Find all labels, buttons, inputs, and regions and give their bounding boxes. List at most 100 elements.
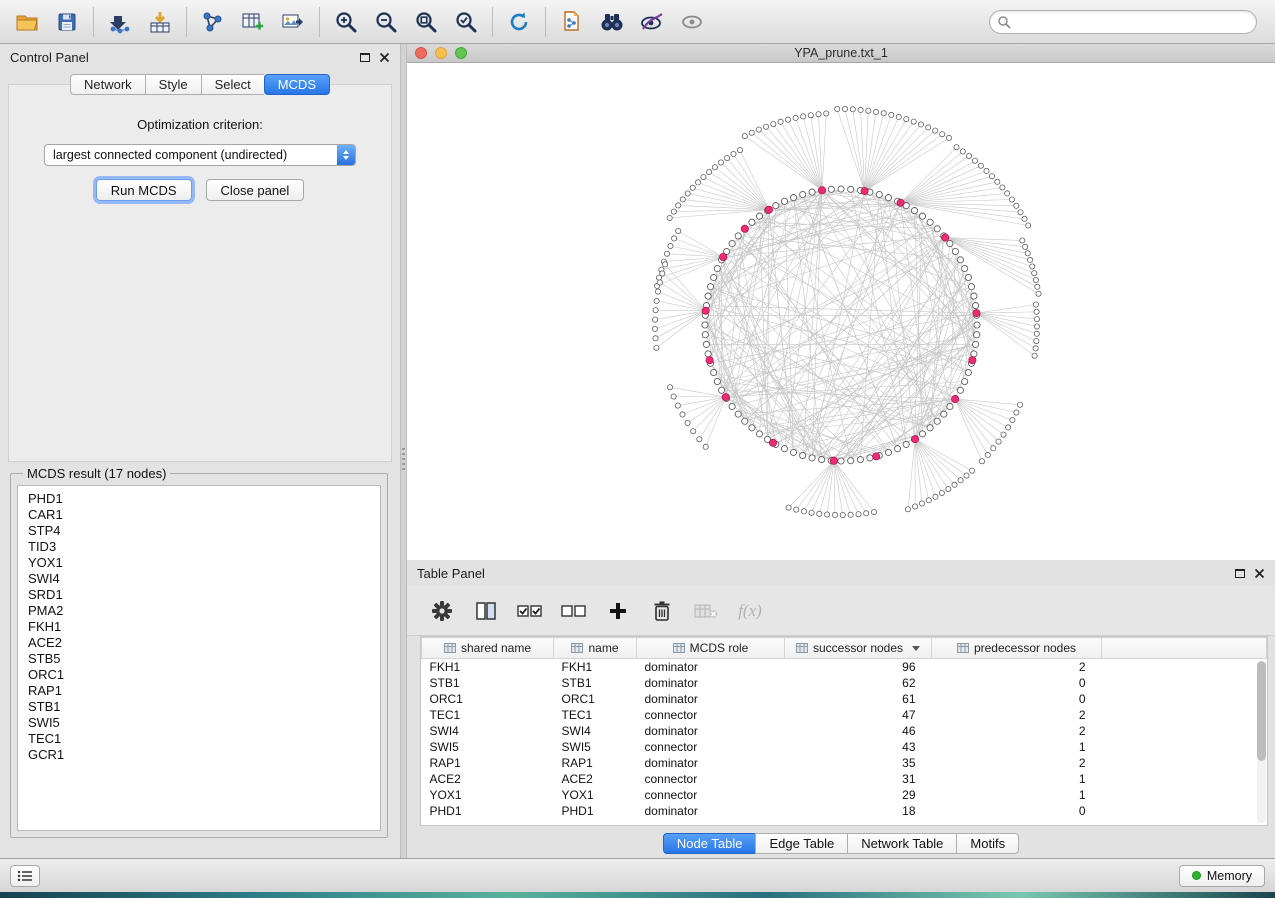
mcds-result-item[interactable]: GCR1: [28, 747, 380, 763]
close-panel-button[interactable]: Close panel: [206, 179, 305, 201]
binoculars-icon[interactable]: [595, 5, 629, 39]
new-network-icon[interactable]: [196, 5, 230, 39]
dominator-node[interactable]: [861, 188, 868, 195]
export-image-icon[interactable]: [276, 5, 310, 39]
dominator-node[interactable]: [769, 439, 776, 446]
table-scrollbar-track[interactable]: [1257, 661, 1266, 823]
show-eye-icon[interactable]: [675, 5, 709, 39]
deselect-all-columns-icon[interactable]: [561, 598, 587, 624]
mcds-result-item[interactable]: PMA2: [28, 603, 380, 619]
open-folder-icon[interactable]: [10, 5, 44, 39]
table-row[interactable]: RAP1RAP1dominator352: [422, 755, 1267, 771]
dominator-node[interactable]: [973, 310, 980, 317]
mcds-result-item[interactable]: ORC1: [28, 667, 380, 683]
import-table-file-icon[interactable]: [143, 5, 177, 39]
optimization-criterion-dropdown[interactable]: largest connected component (undirected): [44, 144, 356, 166]
zoom-fit-icon[interactable]: [409, 5, 443, 39]
sort-chevron-icon[interactable]: [912, 646, 920, 651]
tab-node-table[interactable]: Node Table: [663, 833, 756, 854]
mcds-result-item[interactable]: SRD1: [28, 587, 380, 603]
tab-mcds[interactable]: MCDS: [264, 74, 330, 95]
table-row[interactable]: TEC1TEC1connector472: [422, 707, 1267, 723]
table-row[interactable]: FKH1FKH1dominator962: [422, 659, 1267, 675]
column-header-successor-nodes[interactable]: successor nodes: [785, 638, 932, 659]
network-view-window: YPA_prune.txt_1: [407, 44, 1275, 560]
run-mcds-button[interactable]: Run MCDS: [96, 179, 192, 201]
mcds-result-item[interactable]: STB1: [28, 699, 380, 715]
table-row[interactable]: SWI4SWI4dominator462: [422, 723, 1267, 739]
tab-select[interactable]: Select: [201, 74, 264, 95]
table-row[interactable]: ORC1ORC1dominator610: [422, 691, 1267, 707]
dominator-node[interactable]: [952, 396, 959, 403]
tab-network[interactable]: Network: [70, 74, 145, 95]
close-panel-icon[interactable]: [379, 52, 390, 63]
mcds-result-item[interactable]: SWI4: [28, 571, 380, 587]
table-row[interactable]: PHD1PHD1dominator180: [422, 803, 1267, 819]
task-list-button[interactable]: [10, 865, 40, 887]
new-table-icon[interactable]: [236, 5, 270, 39]
dominator-node[interactable]: [720, 253, 727, 260]
float-table-panel-icon[interactable]: [1235, 569, 1245, 578]
mcds-result-item[interactable]: STP4: [28, 523, 380, 539]
add-icon[interactable]: [605, 598, 631, 624]
dominator-node[interactable]: [830, 457, 837, 464]
dominator-node[interactable]: [897, 199, 904, 206]
dominator-node[interactable]: [702, 307, 709, 314]
table-row[interactable]: STB1STB1dominator620: [422, 675, 1267, 691]
tab-motifs[interactable]: Motifs: [956, 833, 1019, 854]
panel-splitter[interactable]: [400, 44, 407, 858]
dominator-node[interactable]: [969, 357, 976, 364]
name-cell: YOX1: [554, 787, 637, 803]
tab-style[interactable]: Style: [145, 74, 201, 95]
mcds-result-item[interactable]: SWI5: [28, 715, 380, 731]
tab-edge-table[interactable]: Edge Table: [755, 833, 847, 854]
refresh-icon[interactable]: [502, 5, 536, 39]
table-scrollbar-thumb[interactable]: [1257, 661, 1266, 761]
network-canvas[interactable]: [407, 63, 1275, 560]
table-row[interactable]: ACE2ACE2connector311: [422, 771, 1267, 787]
mcds-result-list[interactable]: PHD1CAR1STP4TID3YOX1SWI4SRD1PMA2FKH1ACE2…: [17, 485, 381, 831]
dominator-node[interactable]: [765, 206, 772, 213]
mcds-result-item[interactable]: FKH1: [28, 619, 380, 635]
search-input[interactable]: [989, 10, 1257, 34]
table-row[interactable]: SWI5SWI5connector431: [422, 739, 1267, 755]
dominator-node[interactable]: [819, 187, 826, 194]
copy-share-document-icon[interactable]: [555, 5, 589, 39]
memory-button[interactable]: Memory: [1179, 865, 1265, 887]
table-settings-gear-icon[interactable]: [429, 598, 455, 624]
column-header-mcds-role[interactable]: MCDS role: [637, 638, 785, 659]
dominator-node[interactable]: [706, 357, 713, 364]
mcds-result-item[interactable]: CAR1: [28, 507, 380, 523]
mcds-role-cell: connector: [637, 787, 785, 803]
mcds-result-item[interactable]: PHD1: [28, 491, 380, 507]
dominator-node[interactable]: [741, 225, 748, 232]
column-header-name[interactable]: name: [554, 638, 637, 659]
dominator-node[interactable]: [722, 394, 729, 401]
mcds-result-item[interactable]: RAP1: [28, 683, 380, 699]
mcds-result-item[interactable]: TID3: [28, 539, 380, 555]
optimization-criterion-label: Optimization criterion:: [9, 117, 391, 132]
dominator-node[interactable]: [912, 436, 919, 443]
node-table: shared namenameMCDS rolesuccessor nodesp…: [421, 637, 1267, 819]
dominator-node[interactable]: [873, 453, 880, 460]
zoom-out-icon[interactable]: [369, 5, 403, 39]
select-all-columns-icon[interactable]: [517, 598, 543, 624]
mcds-result-item[interactable]: STB5: [28, 651, 380, 667]
zoom-in-icon[interactable]: [329, 5, 363, 39]
show-columns-icon[interactable]: [473, 598, 499, 624]
tab-network-table[interactable]: Network Table: [847, 833, 956, 854]
mcds-result-item[interactable]: ACE2: [28, 635, 380, 651]
save-icon[interactable]: [50, 5, 84, 39]
column-header-shared-name[interactable]: shared name: [422, 638, 554, 659]
close-table-panel-icon[interactable]: [1254, 568, 1265, 579]
import-network-file-icon[interactable]: [103, 5, 137, 39]
float-panel-icon[interactable]: [360, 53, 370, 62]
delete-trash-icon[interactable]: [649, 598, 675, 624]
zoom-selected-icon[interactable]: [449, 5, 483, 39]
table-row[interactable]: YOX1YOX1connector291: [422, 787, 1267, 803]
hide-analyzer-icon[interactable]: [635, 5, 669, 39]
mcds-result-item[interactable]: TEC1: [28, 731, 380, 747]
mcds-result-item[interactable]: YOX1: [28, 555, 380, 571]
column-header-predecessor-nodes[interactable]: predecessor nodes: [932, 638, 1102, 659]
dominator-node[interactable]: [942, 234, 949, 241]
